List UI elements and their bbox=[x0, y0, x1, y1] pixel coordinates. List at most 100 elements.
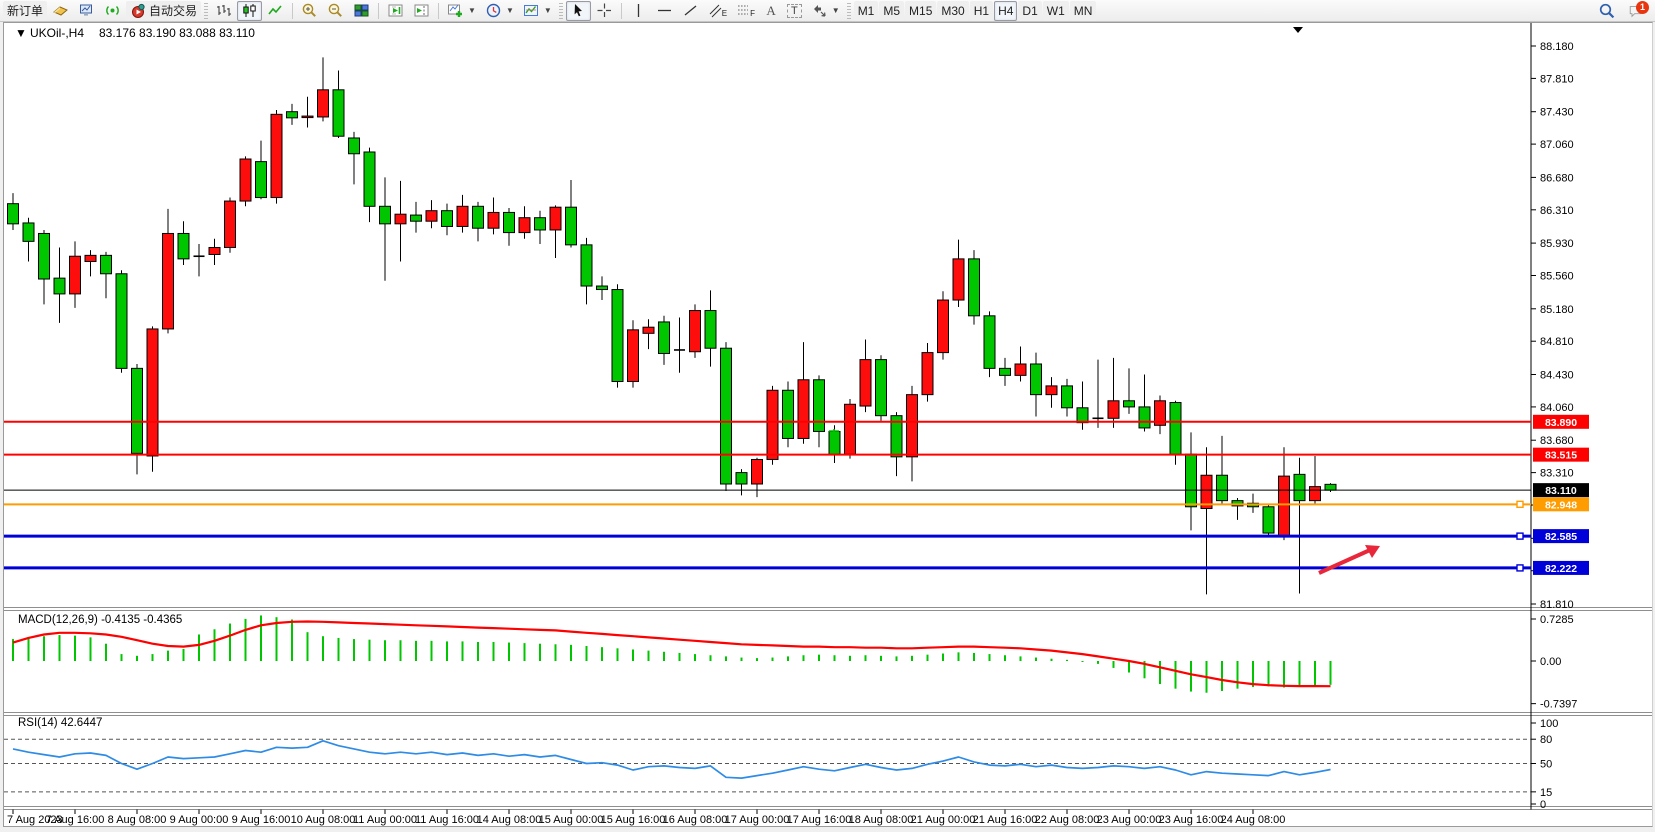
macd-histogram-bar bbox=[772, 658, 774, 661]
date-tick-label: 18 Aug 08:00 bbox=[849, 814, 914, 826]
shift-indent-icon bbox=[413, 2, 430, 19]
candlestick-chart-button[interactable] bbox=[237, 1, 262, 21]
arrows-tool-button[interactable]: ▼ bbox=[807, 1, 844, 21]
price-badge-label: 82.948 bbox=[1545, 499, 1577, 511]
zoom-out-button[interactable] bbox=[323, 1, 348, 21]
chart-shift-marker[interactable] bbox=[1293, 27, 1303, 33]
toolbar-separator bbox=[438, 3, 439, 19]
symbol-dropdown-arrow[interactable]: ▼ bbox=[15, 26, 27, 40]
support-line-blue-1-handle[interactable] bbox=[1517, 533, 1523, 539]
timeframe-button-w1[interactable]: W1 bbox=[1043, 1, 1069, 21]
line-chart-button[interactable] bbox=[263, 1, 288, 21]
template-button[interactable]: ▼ bbox=[519, 1, 556, 21]
macd-histogram-bar bbox=[384, 640, 386, 661]
macd-histogram-bar bbox=[1128, 661, 1130, 673]
bar-chart-icon bbox=[215, 2, 232, 19]
candle-bullish bbox=[147, 329, 158, 456]
trend-arrow-object[interactable] bbox=[1319, 550, 1370, 573]
candle-bearish bbox=[566, 207, 577, 245]
candle-bullish bbox=[1015, 364, 1026, 375]
macd-histogram-bar bbox=[679, 653, 681, 661]
date-axis[interactable]: 7 Aug 20237 Aug 16:008 Aug 08:009 Aug 00… bbox=[7, 810, 1285, 827]
macd-histogram-bar bbox=[787, 656, 789, 661]
timeframe-group: M1M5M15M30H1H4D1W1MN bbox=[854, 1, 1097, 21]
candle-bearish bbox=[612, 290, 623, 382]
fibonacci-button[interactable]: F bbox=[732, 1, 759, 21]
macd-histogram-bar bbox=[1113, 661, 1115, 668]
timeframe-button-m5[interactable]: M5 bbox=[879, 1, 904, 21]
channel-icon bbox=[708, 2, 722, 19]
candle-bullish bbox=[953, 259, 964, 300]
rsi-line bbox=[13, 741, 1331, 778]
rsi-tick-label: 100 bbox=[1540, 718, 1558, 730]
crosshair-button[interactable] bbox=[592, 1, 617, 21]
timeframe-button-mn[interactable]: MN bbox=[1070, 1, 1097, 21]
date-tick-label: 15 Aug 00:00 bbox=[539, 814, 604, 826]
toolbar-separator bbox=[292, 3, 293, 19]
cursor-button[interactable] bbox=[566, 1, 591, 21]
macd-histogram-bar bbox=[1097, 661, 1099, 664]
search-button[interactable] bbox=[1594, 1, 1620, 21]
market-watch-button[interactable] bbox=[74, 1, 99, 21]
date-tick-label: 11 Aug 00:00 bbox=[353, 814, 417, 826]
candle-bearish bbox=[1263, 507, 1274, 533]
macd-histogram-bar bbox=[663, 652, 665, 661]
text-tool-button[interactable]: A bbox=[760, 1, 782, 21]
chart-window[interactable]: 88.18087.81087.43087.06086.68086.31085.9… bbox=[3, 22, 1653, 827]
shift-indent-button[interactable] bbox=[409, 1, 434, 21]
bar-chart-button[interactable] bbox=[211, 1, 236, 21]
candle-bullish bbox=[938, 300, 949, 353]
macd-histogram-bar bbox=[1159, 661, 1161, 684]
timeframe-button-m15[interactable]: M15 bbox=[905, 1, 936, 21]
date-tick-label: 17 Aug 00:00 bbox=[725, 814, 790, 826]
timeframe-button-h4[interactable]: H4 bbox=[994, 1, 1017, 21]
candle-bullish bbox=[628, 330, 639, 382]
date-tick-label: 14 Aug 08:00 bbox=[477, 814, 542, 826]
candle-bearish bbox=[1325, 484, 1336, 490]
timeframe-button-h1[interactable]: H1 bbox=[970, 1, 993, 21]
timeframe-button-d1[interactable]: D1 bbox=[1018, 1, 1041, 21]
shift-end-button[interactable] bbox=[383, 1, 408, 21]
chat-button[interactable]: 1 bbox=[1624, 1, 1648, 21]
add-indicator-button[interactable]: ▼ bbox=[443, 1, 480, 21]
candle-bearish bbox=[8, 204, 19, 224]
candle-bearish bbox=[969, 259, 980, 316]
label-tool-button[interactable]: T bbox=[783, 1, 806, 21]
auto-trading-label: 自动交易 bbox=[149, 2, 197, 19]
new-order-ticket-button[interactable] bbox=[48, 1, 73, 21]
macd-histogram-bar bbox=[880, 656, 882, 661]
horizontal-line-button[interactable] bbox=[652, 1, 677, 21]
horizontal-line-icon bbox=[656, 2, 673, 19]
macd-histogram-bar bbox=[229, 624, 231, 661]
periods-button[interactable]: ▼ bbox=[481, 1, 518, 21]
candle-bearish bbox=[411, 215, 422, 221]
price-tick-label: 81.810 bbox=[1540, 599, 1574, 611]
timeframe-button-m30[interactable]: M30 bbox=[937, 1, 968, 21]
signal-button[interactable] bbox=[100, 1, 125, 21]
chart-canvas[interactable]: 88.18087.81087.43087.06086.68086.31085.9… bbox=[4, 23, 1652, 826]
new-order-label: 新订单 bbox=[7, 2, 43, 19]
channel-button[interactable]: E bbox=[704, 1, 731, 21]
tile-windows-button[interactable] bbox=[349, 1, 374, 21]
candle-bearish bbox=[1217, 475, 1228, 500]
macd-histogram-bar bbox=[648, 651, 650, 661]
price-axis[interactable]: 88.18087.81087.43087.06086.68086.31085.9… bbox=[1531, 41, 1574, 611]
new-order-button[interactable]: 新订单 bbox=[3, 1, 47, 21]
vertical-line-button[interactable] bbox=[626, 1, 651, 21]
trendline-icon bbox=[682, 2, 699, 19]
trendline-button[interactable] bbox=[678, 1, 703, 21]
macd-histogram-bar bbox=[1020, 656, 1022, 661]
macd-histogram-bar bbox=[1051, 659, 1053, 661]
macd-signal-line bbox=[13, 622, 1331, 687]
timeframe-button-m1[interactable]: M1 bbox=[854, 1, 879, 21]
support-line-blue-2-handle[interactable] bbox=[1517, 565, 1523, 571]
macd-histogram-bar bbox=[322, 636, 324, 661]
support-line-orange-handle[interactable] bbox=[1517, 501, 1523, 507]
macd-histogram-bar bbox=[586, 646, 588, 661]
zoom-in-button[interactable] bbox=[297, 1, 322, 21]
date-tick-label: 9 Aug 00:00 bbox=[170, 814, 229, 826]
price-badge-label: 82.585 bbox=[1545, 531, 1577, 543]
macd-tick-label: 0.7285 bbox=[1540, 614, 1574, 626]
auto-trading-button[interactable]: 自动交易 bbox=[126, 1, 201, 21]
macd-histogram-bar bbox=[369, 640, 371, 661]
